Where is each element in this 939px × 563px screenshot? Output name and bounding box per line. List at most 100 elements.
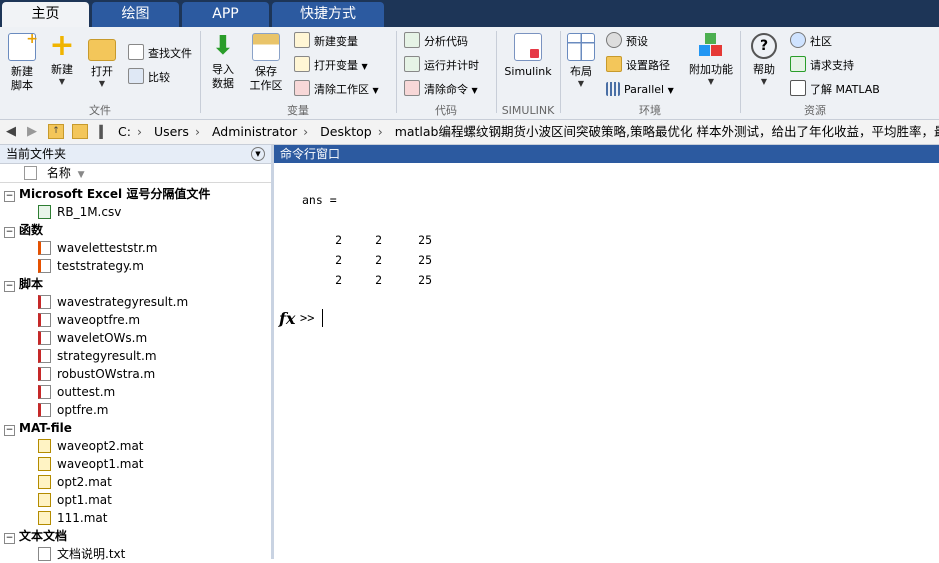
matrix-cell: 2 bbox=[335, 253, 342, 267]
forward-arrow-icon[interactable]: ▶ bbox=[24, 124, 40, 140]
clear-commands-button[interactable]: 清除命令 ▼ bbox=[404, 80, 478, 100]
compare-button[interactable]: 比较 bbox=[128, 68, 170, 88]
community-button[interactable]: 社区 bbox=[790, 32, 832, 52]
script-file-icon bbox=[38, 403, 51, 417]
file-item[interactable]: robustOWstra.m bbox=[0, 365, 268, 383]
clear-workspace-label: 清除工作区 bbox=[314, 83, 369, 96]
new-label: 新建 bbox=[51, 63, 73, 76]
group-header[interactable]: − MAT-file bbox=[0, 419, 268, 437]
path-segment[interactable]: Administrator bbox=[212, 124, 297, 139]
open-variable-button[interactable]: 打开变量 ▼ bbox=[294, 56, 368, 76]
import-label-2: 数据 bbox=[212, 77, 234, 90]
find-files-button[interactable]: 查找文件 bbox=[128, 44, 192, 64]
new-button[interactable]: + 新建 ▼ bbox=[46, 28, 78, 87]
clear-commands-label: 清除命令 bbox=[424, 83, 468, 96]
layout-button[interactable]: 布局 ▼ bbox=[566, 33, 596, 89]
group-name: 文本文档 bbox=[19, 529, 68, 543]
column-header[interactable]: 名称 ▼ bbox=[0, 164, 271, 183]
import-label-1: 导入 bbox=[212, 63, 234, 76]
browse-folder-icon[interactable] bbox=[72, 124, 88, 139]
file-item[interactable]: waveoptfre.m bbox=[0, 311, 268, 329]
clear-workspace-button[interactable]: 清除工作区 ▼ bbox=[294, 80, 379, 100]
path-segment[interactable]: C: bbox=[118, 124, 131, 139]
chevron-down-icon: ▼ bbox=[58, 77, 66, 86]
collapse-toggle-icon[interactable]: − bbox=[4, 281, 15, 292]
text-cursor[interactable] bbox=[322, 309, 323, 327]
path-breadcrumb[interactable]: C: › Users › Administrator › Desktop › matla… bbox=[118, 120, 939, 144]
collapse-toggle-icon[interactable]: − bbox=[4, 533, 15, 544]
add-ons-button[interactable]: 附加功能 ▼ bbox=[688, 33, 734, 87]
chevron-down-icon: ▼ bbox=[667, 86, 674, 95]
group-header[interactable]: − 文本文档 bbox=[0, 527, 268, 545]
group-header[interactable]: − Microsoft Excel 逗号分隔值文件 bbox=[0, 185, 268, 203]
name-column-label[interactable]: 名称 bbox=[47, 166, 71, 180]
collapse-toggle-icon[interactable]: − bbox=[4, 227, 15, 238]
plus-icon: + bbox=[49, 28, 75, 63]
panel-menu-icon[interactable]: ▼ bbox=[251, 147, 265, 161]
simulink-button[interactable]: Simulink bbox=[502, 33, 554, 79]
open-button[interactable]: 打开 ▼ bbox=[86, 33, 118, 89]
new-script-button[interactable]: + 新建 脚本 bbox=[4, 31, 40, 93]
run-and-time-button[interactable]: 运行并计时 bbox=[404, 56, 479, 76]
fx-icon[interactable]: fx bbox=[279, 309, 295, 328]
file-item[interactable]: waveletOWs.m bbox=[0, 329, 268, 347]
command-window[interactable]: 命令行窗口 ans = 2 2 25 2 2 25 2 2 25 fx >> bbox=[274, 145, 939, 559]
toolstrip: + 新建 脚本 + 新建 ▼ 打开 ▼ 查找文件 比较 文件 ⬇ 导入 数据 保… bbox=[0, 27, 939, 120]
file-item[interactable]: outtest.m bbox=[0, 383, 268, 401]
preferences-button[interactable]: 预设 bbox=[606, 32, 648, 52]
file-item[interactable]: waveletteststr.m bbox=[0, 239, 268, 257]
file-name: waveopt2.mat bbox=[57, 439, 144, 453]
command-prompt: >> bbox=[300, 311, 315, 325]
file-item[interactable]: waveopt1.mat bbox=[0, 455, 268, 473]
matrix-cell: 2 bbox=[375, 273, 382, 287]
new-script-icon: + bbox=[8, 31, 38, 61]
file-item[interactable]: strategyresult.m bbox=[0, 347, 268, 365]
file-item[interactable]: waveopt2.mat bbox=[0, 437, 268, 455]
book-icon bbox=[790, 80, 806, 96]
community-label: 社区 bbox=[810, 35, 832, 48]
file-item[interactable]: 111.mat bbox=[0, 509, 268, 527]
path-segment[interactable]: Users bbox=[154, 124, 189, 139]
collapse-toggle-icon[interactable]: − bbox=[4, 191, 15, 202]
mat-file-icon bbox=[38, 457, 51, 471]
request-support-button[interactable]: 请求支持 bbox=[790, 56, 854, 76]
file-item[interactable]: 文档说明.txt bbox=[0, 545, 268, 563]
file-name: 111.mat bbox=[57, 511, 108, 525]
clear-commands-icon bbox=[404, 80, 420, 96]
back-arrow-icon[interactable]: ◀ bbox=[3, 124, 19, 140]
up-folder-icon[interactable]: ↑ bbox=[48, 124, 64, 139]
path-segment[interactable]: Desktop bbox=[320, 124, 372, 139]
file-item[interactable]: optfre.m bbox=[0, 401, 268, 419]
sort-arrow-icon[interactable]: ▼ bbox=[78, 170, 85, 180]
chevron-down-icon: ▼ bbox=[361, 62, 368, 71]
file-item[interactable]: teststrategy.m bbox=[0, 257, 268, 275]
learn-matlab-button[interactable]: 了解 MATLAB bbox=[790, 80, 880, 100]
parallel-button[interactable]: Parallel ▼ bbox=[606, 80, 674, 100]
import-data-button[interactable]: ⬇ 导入 数据 bbox=[206, 33, 240, 91]
panel-title: 当前文件夹 ▼ bbox=[0, 145, 271, 164]
group-label-variable: 变量 bbox=[287, 104, 309, 117]
analyze-code-label: 分析代码 bbox=[424, 35, 468, 48]
new-variable-button[interactable]: 新建变量 bbox=[294, 32, 358, 52]
file-item[interactable]: opt1.mat bbox=[0, 491, 268, 509]
analyze-code-button[interactable]: 分析代码 bbox=[404, 32, 468, 52]
compare-label: 比较 bbox=[148, 71, 170, 84]
group-header[interactable]: − 函数 bbox=[0, 221, 268, 239]
file-item[interactable]: RB_1M.csv bbox=[0, 203, 268, 221]
collapse-toggle-icon[interactable]: − bbox=[4, 425, 15, 436]
find-files-label: 查找文件 bbox=[148, 47, 192, 60]
set-path-button[interactable]: 设置路径 bbox=[606, 56, 670, 76]
save-workspace-button[interactable]: 保存 工作区 bbox=[246, 33, 286, 93]
current-folder-title: 当前文件夹 bbox=[6, 147, 67, 161]
tab-home[interactable]: 主页 bbox=[2, 2, 89, 27]
file-item[interactable]: wavestrategyresult.m bbox=[0, 293, 268, 311]
path-segment[interactable]: matlab编程螺纹钢期货小波区间突破策略,策略最优化 样本外测试，给出了年化收… bbox=[395, 124, 939, 139]
tab-apps[interactable]: APP bbox=[182, 2, 269, 27]
group-name: 函数 bbox=[19, 223, 44, 237]
matrix-cell: 2 bbox=[335, 273, 342, 287]
group-header[interactable]: − 脚本 bbox=[0, 275, 268, 293]
file-item[interactable]: opt2.mat bbox=[0, 473, 268, 491]
tab-plots[interactable]: 绘图 bbox=[92, 2, 179, 27]
tab-shortcuts[interactable]: 快捷方式 bbox=[272, 2, 384, 27]
help-button[interactable]: ? 帮助 ▼ bbox=[748, 33, 780, 87]
